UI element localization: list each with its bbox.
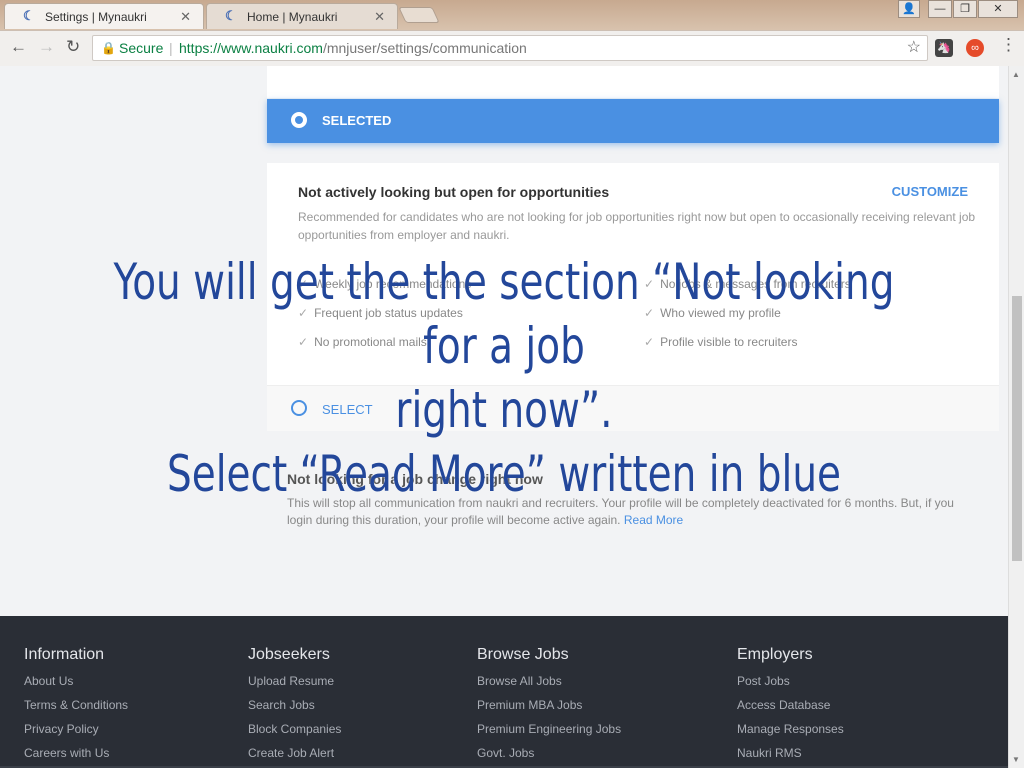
footer-link[interactable]: Upload Resume xyxy=(248,674,341,698)
footer-heading: Employers xyxy=(737,646,813,663)
new-tab-button[interactable] xyxy=(398,7,440,23)
footer-column-information: Information About Us Terms & Conditions … xyxy=(24,646,128,768)
footer-link[interactable]: Privacy Policy xyxy=(24,722,128,746)
radio-selected-icon[interactable] xyxy=(291,112,307,128)
selected-label: SELECTED xyxy=(322,113,392,128)
naukri-favicon-icon: ☾ xyxy=(23,8,35,23)
restore-icon[interactable]: ❐ xyxy=(953,0,977,18)
close-tab-icon[interactable]: ✕ xyxy=(180,9,191,25)
url-host: https://www.naukri.com xyxy=(179,40,323,56)
url-path: /mnjuser/settings/communication xyxy=(322,40,527,56)
footer-link[interactable]: Terms & Conditions xyxy=(24,698,128,722)
footer-column-employers: Employers Post Jobs Access Database Mana… xyxy=(737,646,844,768)
scrollbar-thumb[interactable] xyxy=(1012,296,1022,561)
instruction-overlay: You will get the the section “Not lookin… xyxy=(111,250,897,506)
footer-link[interactable]: Create Job Alert xyxy=(248,746,341,768)
minimize-icon[interactable]: — xyxy=(928,0,952,18)
customize-link[interactable]: CUSTOMIZE xyxy=(892,184,968,199)
browser-toolbar: ← → ↻ 🔒 Secure | https://www.naukri.com/… xyxy=(0,30,1024,66)
lock-icon: 🔒 xyxy=(101,41,116,55)
extension-infinity-icon[interactable]: ∞ xyxy=(966,39,984,57)
footer-link[interactable]: Search Jobs xyxy=(248,698,341,722)
tab-settings[interactable]: ☾ Settings | Mynaukri ✕ xyxy=(4,3,204,29)
browser-window-frame: ☾ Settings | Mynaukri ✕ ☾ Home | Mynaukr… xyxy=(0,0,1024,66)
reload-icon[interactable]: ↻ xyxy=(66,37,80,57)
forward-icon[interactable]: → xyxy=(38,37,55,57)
close-window-icon[interactable]: ✕ xyxy=(978,0,1018,18)
footer-heading: Information xyxy=(24,646,105,663)
footer-link[interactable]: Naukri RMS xyxy=(737,746,844,768)
secure-label: Secure xyxy=(119,40,164,56)
scroll-down-icon[interactable]: ▼ xyxy=(1012,755,1020,764)
back-icon[interactable]: ← xyxy=(10,37,27,57)
footer-link[interactable]: Careers with Us xyxy=(24,746,128,768)
footer-column-jobseekers: Jobseekers Upload Resume Search Jobs Blo… xyxy=(248,646,341,768)
overlay-line: Select “Read More” written in blue xyxy=(166,445,842,503)
footer-link[interactable]: Block Companies xyxy=(248,722,341,746)
footer-link[interactable]: Govt. Jobs xyxy=(477,746,621,768)
page-scrollbar[interactable]: ▲ ▼ xyxy=(1008,66,1024,768)
extension-unicorn-icon[interactable]: 🦄 xyxy=(935,39,953,57)
browser-menu-icon[interactable]: ⋮ xyxy=(1000,35,1017,55)
selected-option-bar[interactable]: SELECTED xyxy=(267,99,999,143)
read-more-link[interactable]: Read More xyxy=(624,513,683,527)
overlay-line: right now”. xyxy=(395,381,613,439)
tab-title: Home | Mynaukri xyxy=(247,10,338,24)
tab-title: Settings | Mynaukri xyxy=(45,10,147,24)
card-description: Recommended for candidates who are not l… xyxy=(298,210,976,242)
tab-home[interactable]: ☾ Home | Mynaukri ✕ xyxy=(206,3,398,29)
overlay-line: You will get the the section “Not lookin… xyxy=(113,253,895,375)
footer-link[interactable]: Premium Engineering Jobs xyxy=(477,722,621,746)
card-title: Not actively looking but open for opport… xyxy=(298,184,610,200)
address-separator: | xyxy=(169,40,173,56)
footer-link[interactable]: About Us xyxy=(24,674,128,698)
naukri-favicon-icon: ☾ xyxy=(225,8,237,23)
footer-heading: Browse Jobs xyxy=(477,646,569,663)
user-profile-icon[interactable]: 👤 xyxy=(898,0,920,18)
site-footer: Information About Us Terms & Conditions … xyxy=(0,616,1008,768)
footer-link[interactable]: Browse All Jobs xyxy=(477,674,621,698)
close-tab-icon[interactable]: ✕ xyxy=(374,9,385,25)
footer-link[interactable]: Manage Responses xyxy=(737,722,844,746)
url-text: https://www.naukri.com/mnjuser/settings/… xyxy=(179,36,527,60)
footer-link[interactable]: Premium MBA Jobs xyxy=(477,698,621,722)
footer-heading: Jobseekers xyxy=(248,646,330,663)
bookmark-star-icon[interactable]: ☆ xyxy=(907,36,921,60)
scroll-up-icon[interactable]: ▲ xyxy=(1012,70,1020,79)
address-bar[interactable]: 🔒 Secure | https://www.naukri.com/mnjuse… xyxy=(92,35,928,61)
footer-link[interactable]: Post Jobs xyxy=(737,674,844,698)
card-top-fragment xyxy=(267,66,999,98)
footer-column-browse-jobs: Browse Jobs Browse All Jobs Premium MBA … xyxy=(477,646,621,768)
footer-link[interactable]: Access Database xyxy=(737,698,844,722)
